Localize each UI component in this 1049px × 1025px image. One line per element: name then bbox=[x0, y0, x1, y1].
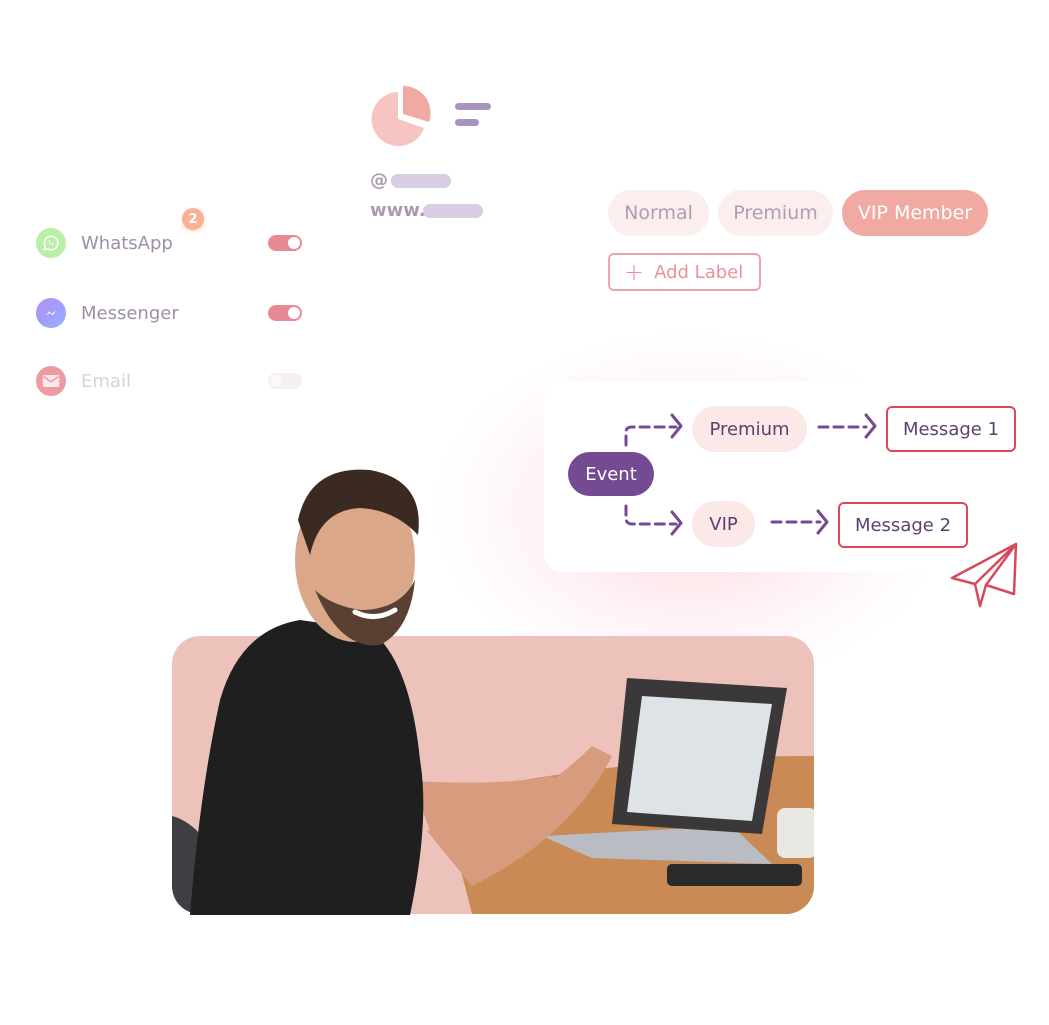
message-2-node[interactable]: Message 2 bbox=[838, 502, 968, 548]
event-node[interactable]: Event bbox=[568, 452, 654, 496]
connector-event-vip bbox=[624, 504, 678, 526]
paper-plane-icon bbox=[950, 542, 1018, 608]
condition-premium[interactable]: Premium bbox=[692, 406, 807, 452]
condition-vip[interactable]: VIP bbox=[692, 501, 755, 547]
message-1-node[interactable]: Message 1 bbox=[886, 406, 1016, 452]
arrowhead-icon bbox=[864, 413, 877, 439]
connector-event-premium bbox=[624, 425, 678, 447]
person-figure bbox=[190, 469, 424, 915]
